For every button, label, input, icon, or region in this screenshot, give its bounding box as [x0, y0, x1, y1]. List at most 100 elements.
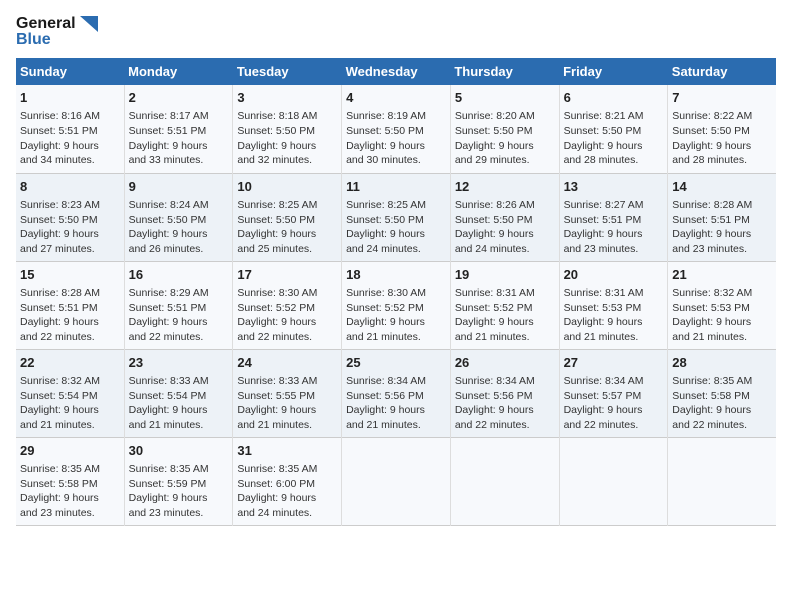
col-header-saturday: Saturday [668, 58, 776, 85]
day-info: Sunrise: 8:32 AM Sunset: 5:54 PM Dayligh… [20, 374, 120, 433]
calendar-cell: 24Sunrise: 8:33 AM Sunset: 5:55 PM Dayli… [233, 349, 342, 437]
day-number: 22 [20, 354, 120, 372]
day-number: 21 [672, 266, 772, 284]
day-info: Sunrise: 8:28 AM Sunset: 5:51 PM Dayligh… [672, 198, 772, 257]
day-info: Sunrise: 8:20 AM Sunset: 5:50 PM Dayligh… [455, 109, 555, 168]
calendar-cell [668, 437, 776, 525]
calendar-cell: 11 Sunrise: 8:25 AM Sunset: 5:50 PM Dayli… [342, 173, 451, 261]
calendar-cell: 21 Sunrise: 8:32 AM Sunset: 5:53 PM Dayli… [668, 261, 776, 349]
day-number: 30 [129, 442, 229, 460]
day-number: 31 [237, 442, 337, 460]
calendar-cell: 22 Sunrise: 8:32 AM Sunset: 5:54 PM Dayli… [16, 349, 124, 437]
calendar-cell: 30 Sunrise: 8:35 AM Sunset: 5:59 PM Dayli… [124, 437, 233, 525]
calendar-cell: 6 Sunrise: 8:21 AM Sunset: 5:50 PM Daylig… [559, 85, 668, 173]
day-info: Sunrise: 8:25 AM Sunset: 5:50 PM Dayligh… [346, 198, 446, 257]
day-info: Sunrise: 8:23 AM Sunset: 5:50 PM Dayligh… [20, 198, 120, 257]
day-number: 16 [129, 266, 229, 284]
col-header-sunday: Sunday [16, 58, 124, 85]
col-header-monday: Monday [124, 58, 233, 85]
day-info: Sunrise: 8:28 AM Sunset: 5:51 PM Dayligh… [20, 286, 120, 345]
calendar-cell: 5 Sunrise: 8:20 AM Sunset: 5:50 PM Daylig… [450, 85, 559, 173]
day-info: Sunrise: 8:17 AM Sunset: 5:51 PM Dayligh… [129, 109, 229, 168]
calendar-cell: 10Sunrise: 8:25 AM Sunset: 5:50 PM Dayli… [233, 173, 342, 261]
calendar-cell: 16 Sunrise: 8:29 AM Sunset: 5:51 PM Dayli… [124, 261, 233, 349]
logo-arrow-icon [80, 16, 98, 32]
day-info: Sunrise: 8:34 AM Sunset: 5:56 PM Dayligh… [455, 374, 555, 433]
day-number: 2 [129, 89, 229, 107]
calendar-cell: 8Sunrise: 8:23 AM Sunset: 5:50 PM Daylig… [16, 173, 124, 261]
col-header-wednesday: Wednesday [342, 58, 451, 85]
day-number: 17 [237, 266, 337, 284]
day-info: Sunrise: 8:35 AM Sunset: 6:00 PM Dayligh… [237, 462, 337, 521]
day-info: Sunrise: 8:30 AM Sunset: 5:52 PM Dayligh… [346, 286, 446, 345]
day-number: 29 [20, 442, 120, 460]
day-info: Sunrise: 8:30 AM Sunset: 5:52 PM Dayligh… [237, 286, 337, 345]
calendar-cell: 26 Sunrise: 8:34 AM Sunset: 5:56 PM Dayli… [450, 349, 559, 437]
calendar-cell [342, 437, 451, 525]
col-header-thursday: Thursday [450, 58, 559, 85]
day-info: Sunrise: 8:34 AM Sunset: 5:57 PM Dayligh… [564, 374, 664, 433]
calendar-cell: 13 Sunrise: 8:27 AM Sunset: 5:51 PM Dayli… [559, 173, 668, 261]
day-info: Sunrise: 8:24 AM Sunset: 5:50 PM Dayligh… [129, 198, 229, 257]
day-number: 9 [129, 178, 229, 196]
calendar-cell: 18 Sunrise: 8:30 AM Sunset: 5:52 PM Dayli… [342, 261, 451, 349]
calendar-cell [450, 437, 559, 525]
logo: General Blue [16, 16, 98, 48]
col-header-friday: Friday [559, 58, 668, 85]
day-number: 23 [129, 354, 229, 372]
calendar-cell: 19 Sunrise: 8:31 AM Sunset: 5:52 PM Dayli… [450, 261, 559, 349]
day-info: Sunrise: 8:33 AM Sunset: 5:54 PM Dayligh… [129, 374, 229, 433]
day-info: Sunrise: 8:21 AM Sunset: 5:50 PM Dayligh… [564, 109, 664, 168]
day-number: 12 [455, 178, 555, 196]
calendar-cell: 4 Sunrise: 8:19 AM Sunset: 5:50 PM Daylig… [342, 85, 451, 173]
calendar-cell: 31 Sunrise: 8:35 AM Sunset: 6:00 PM Dayli… [233, 437, 342, 525]
calendar-table: SundayMondayTuesdayWednesdayThursdayFrid… [16, 58, 776, 526]
day-info: Sunrise: 8:35 AM Sunset: 5:58 PM Dayligh… [672, 374, 772, 433]
calendar-cell: 27 Sunrise: 8:34 AM Sunset: 5:57 PM Dayli… [559, 349, 668, 437]
calendar-cell: 1 Sunrise: 8:16 AM Sunset: 5:51 PM Daylig… [16, 85, 124, 173]
col-header-tuesday: Tuesday [233, 58, 342, 85]
day-number: 11 [346, 178, 446, 196]
day-info: Sunrise: 8:32 AM Sunset: 5:53 PM Dayligh… [672, 286, 772, 345]
day-number: 5 [455, 89, 555, 107]
day-number: 10 [237, 178, 337, 196]
day-info: Sunrise: 8:16 AM Sunset: 5:51 PM Dayligh… [20, 109, 120, 168]
calendar-cell: 12 Sunrise: 8:26 AM Sunset: 5:50 PM Dayli… [450, 173, 559, 261]
calendar-cell: 15 Sunrise: 8:28 AM Sunset: 5:51 PM Dayli… [16, 261, 124, 349]
calendar-cell: 25 Sunrise: 8:34 AM Sunset: 5:56 PM Dayli… [342, 349, 451, 437]
calendar-cell: 7 Sunrise: 8:22 AM Sunset: 5:50 PM Daylig… [668, 85, 776, 173]
calendar-cell: 3 Sunrise: 8:18 AM Sunset: 5:50 PM Daylig… [233, 85, 342, 173]
calendar-cell: 2 Sunrise: 8:17 AM Sunset: 5:51 PM Daylig… [124, 85, 233, 173]
day-number: 18 [346, 266, 446, 284]
day-info: Sunrise: 8:29 AM Sunset: 5:51 PM Dayligh… [129, 286, 229, 345]
day-info: Sunrise: 8:34 AM Sunset: 5:56 PM Dayligh… [346, 374, 446, 433]
day-info: Sunrise: 8:19 AM Sunset: 5:50 PM Dayligh… [346, 109, 446, 168]
day-number: 25 [346, 354, 446, 372]
day-info: Sunrise: 8:22 AM Sunset: 5:50 PM Dayligh… [672, 109, 772, 168]
day-number: 3 [237, 89, 337, 107]
day-number: 13 [564, 178, 664, 196]
day-number: 7 [672, 89, 772, 107]
calendar-cell: 9 Sunrise: 8:24 AM Sunset: 5:50 PM Daylig… [124, 173, 233, 261]
calendar-cell: 14Sunrise: 8:28 AM Sunset: 5:51 PM Dayli… [668, 173, 776, 261]
calendar-cell: 23 Sunrise: 8:33 AM Sunset: 5:54 PM Dayli… [124, 349, 233, 437]
day-info: Sunrise: 8:26 AM Sunset: 5:50 PM Dayligh… [455, 198, 555, 257]
day-info: Sunrise: 8:18 AM Sunset: 5:50 PM Dayligh… [237, 109, 337, 168]
day-number: 15 [20, 266, 120, 284]
day-number: 1 [20, 89, 120, 107]
day-number: 26 [455, 354, 555, 372]
day-info: Sunrise: 8:31 AM Sunset: 5:53 PM Dayligh… [564, 286, 664, 345]
day-number: 19 [455, 266, 555, 284]
calendar-cell: 20 Sunrise: 8:31 AM Sunset: 5:53 PM Dayli… [559, 261, 668, 349]
day-number: 4 [346, 89, 446, 107]
day-number: 24 [237, 354, 337, 372]
day-number: 20 [564, 266, 664, 284]
day-info: Sunrise: 8:35 AM Sunset: 5:59 PM Dayligh… [129, 462, 229, 521]
calendar-cell: 29Sunrise: 8:35 AM Sunset: 5:58 PM Dayli… [16, 437, 124, 525]
calendar-cell: 17 Sunrise: 8:30 AM Sunset: 5:52 PM Dayli… [233, 261, 342, 349]
day-number: 27 [564, 354, 664, 372]
day-info: Sunrise: 8:27 AM Sunset: 5:51 PM Dayligh… [564, 198, 664, 257]
header: General Blue [16, 16, 776, 48]
day-info: Sunrise: 8:31 AM Sunset: 5:52 PM Dayligh… [455, 286, 555, 345]
day-number: 6 [564, 89, 664, 107]
